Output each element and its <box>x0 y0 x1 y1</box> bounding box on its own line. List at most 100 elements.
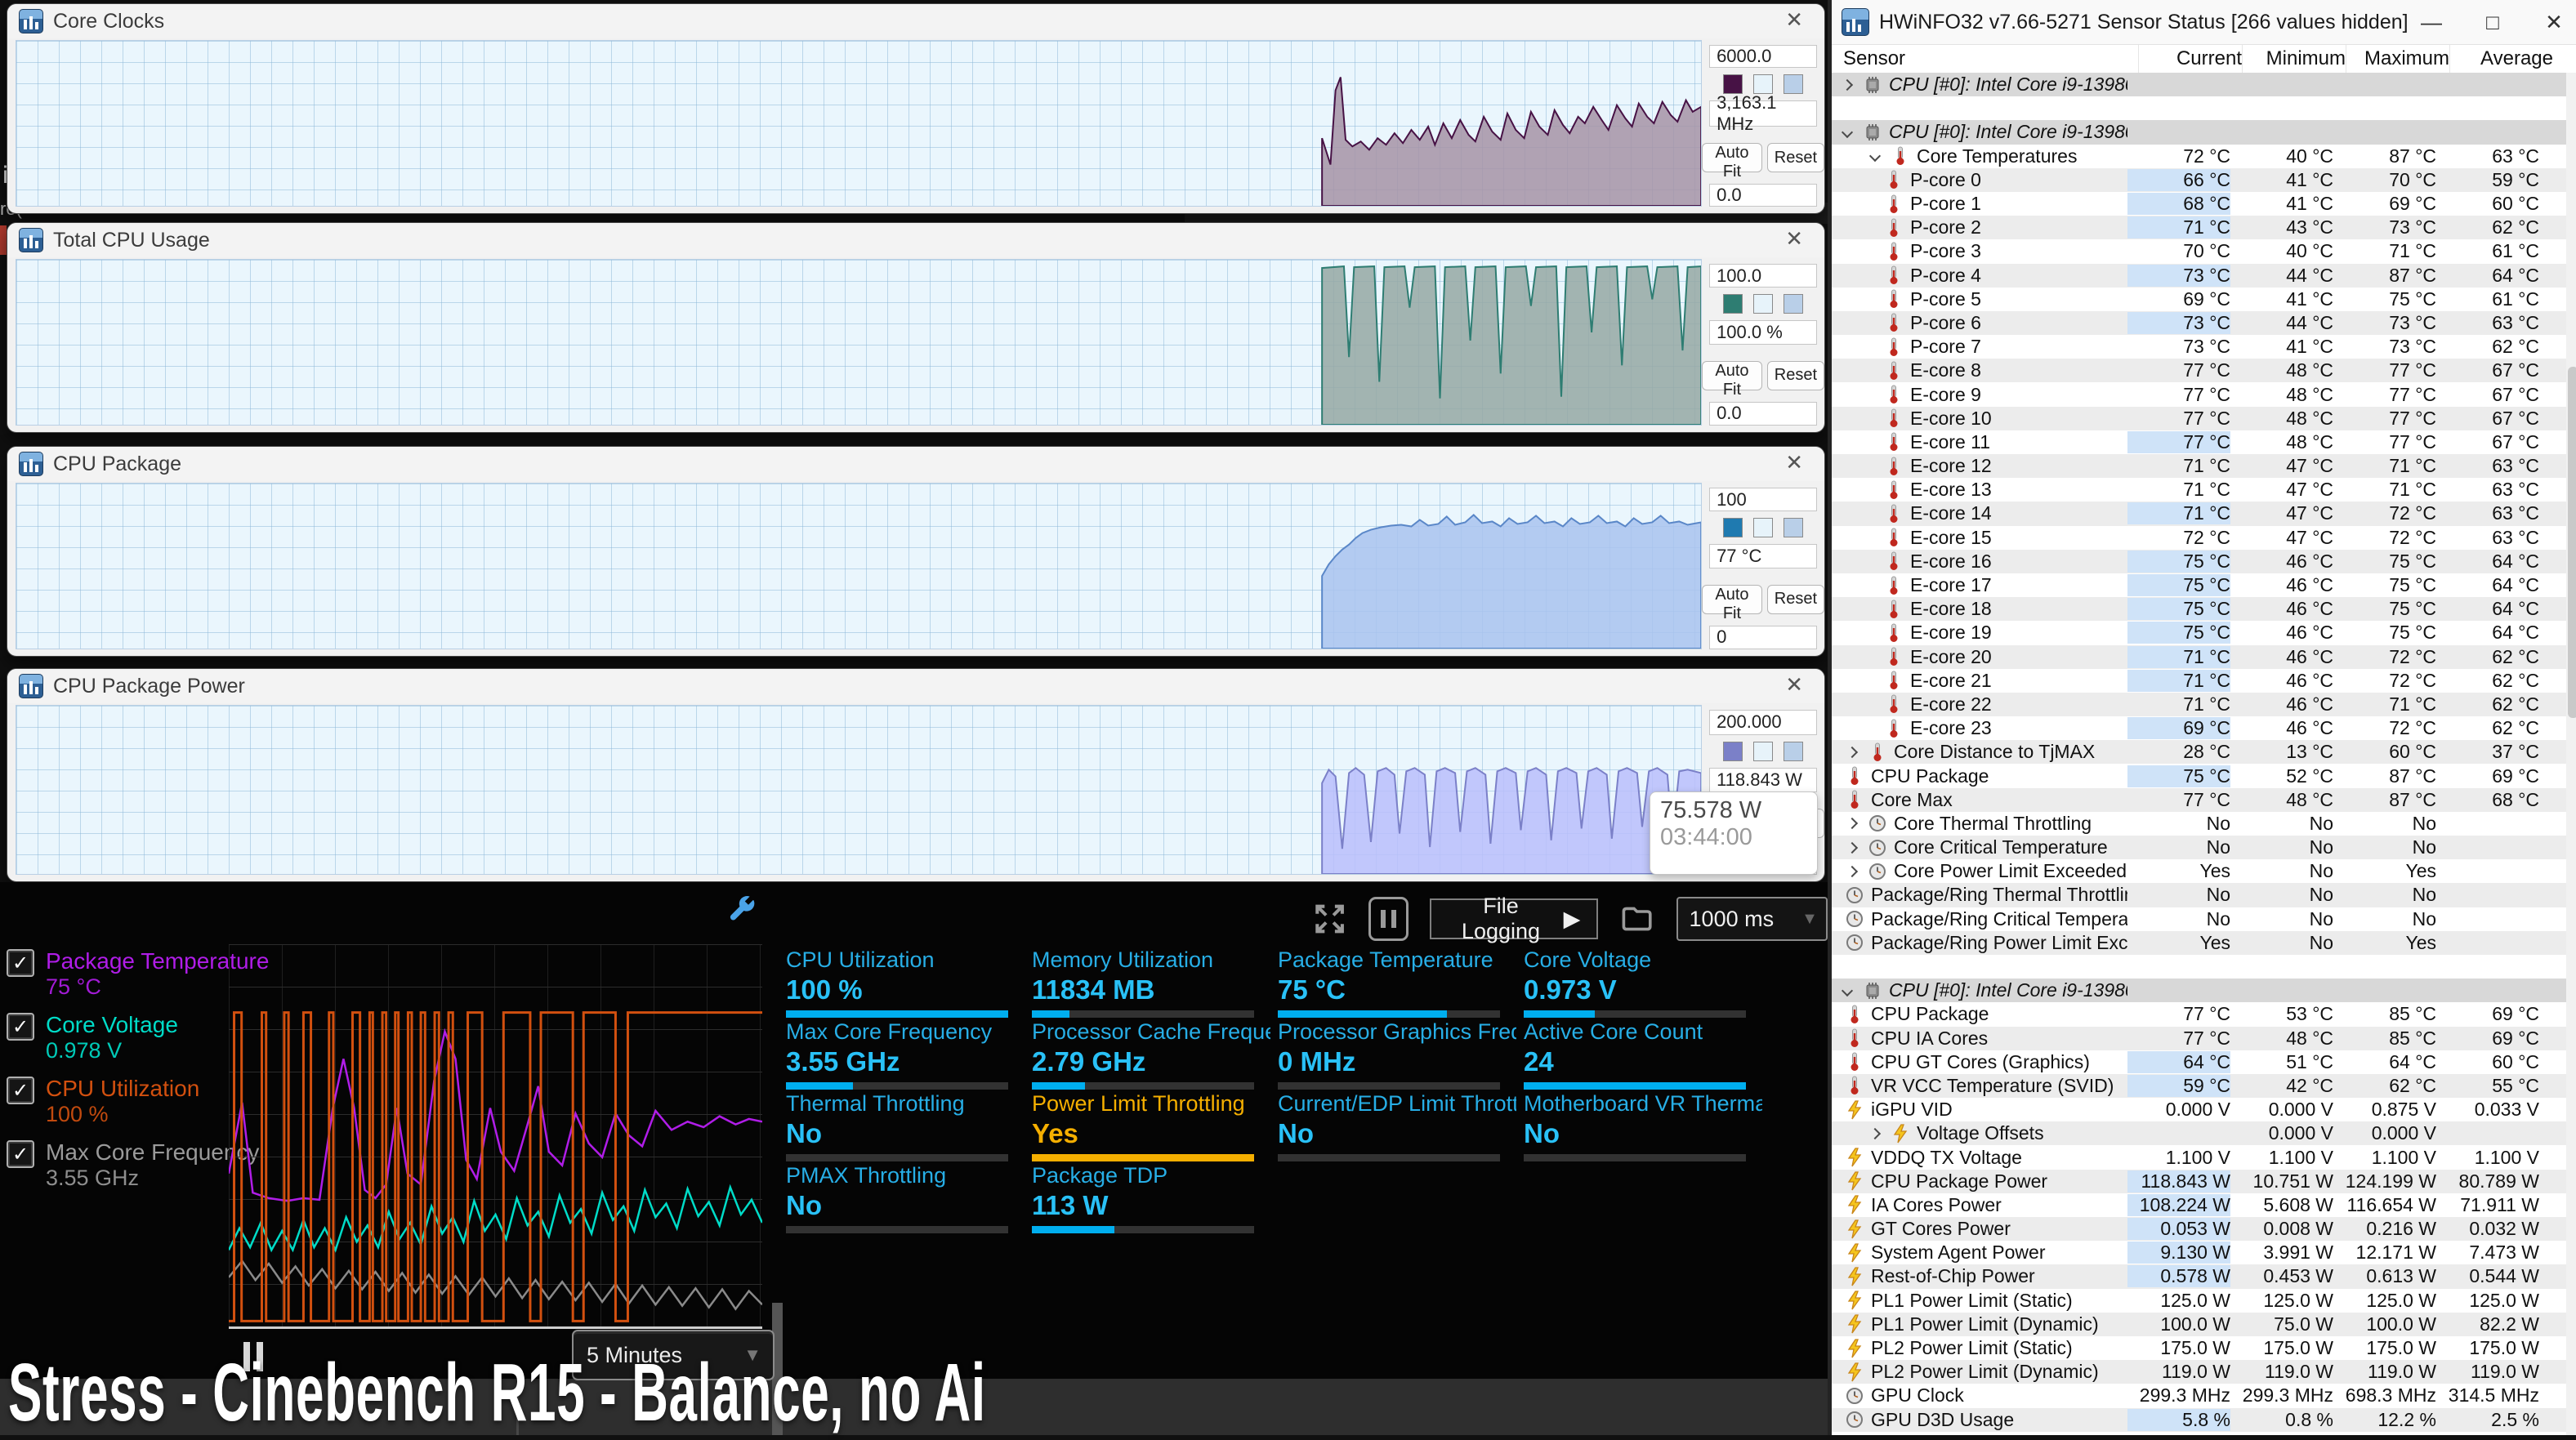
sensor-row[interactable]: E-core 15 72 °C 47 °C 72 °C 63 °C <box>1832 526 2566 550</box>
close-icon[interactable]: ✕ <box>1785 7 1803 33</box>
auto-fit-button[interactable]: Auto Fit <box>1702 585 1762 614</box>
sensor-row[interactable]: P-core 4 73 °C 44 °C 87 °C 64 °C <box>1832 264 2566 288</box>
reset-button[interactable]: Reset <box>1767 361 1824 390</box>
sensor-row[interactable]: E-core 13 71 °C 47 °C 71 °C 63 °C <box>1832 478 2566 502</box>
sensor-row[interactable]: CPU Package 75 °C 52 °C 87 °C 69 °C <box>1832 764 2566 787</box>
close-button[interactable]: ✕ <box>2528 0 2576 44</box>
temperature-graph-plot[interactable] <box>16 483 1702 649</box>
sensor-row[interactable]: P-core 7 73 °C 41 °C 73 °C 62 °C <box>1832 335 2566 359</box>
sensor-row[interactable]: iGPU VID 0.000 V 0.000 V 0.875 V 0.033 V <box>1832 1098 2566 1121</box>
column-sensor[interactable]: Sensor <box>1832 47 2138 70</box>
sensor-row[interactable]: CPU Package 77 °C 53 °C 85 °C 69 °C <box>1832 1002 2566 1026</box>
sensor-row[interactable]: E-core 22 71 °C 46 °C 71 °C 62 °C <box>1832 693 2566 716</box>
wrench-icon[interactable] <box>725 892 758 925</box>
close-icon[interactable]: ✕ <box>1785 672 1803 698</box>
sensor-table-header[interactable]: Sensor Current Minimum Maximum Average <box>1832 45 2576 74</box>
sensor-row[interactable]: P-core 1 68 °C 41 °C 69 °C 60 °C <box>1832 192 2566 216</box>
file-logging-button[interactable]: File Logging ▶ <box>1430 898 1598 939</box>
sensor-row[interactable]: E-core 9 77 °C 48 °C 77 °C 67 °C <box>1832 382 2566 406</box>
column-minimum[interactable]: Minimum <box>2242 45 2346 73</box>
sensor-row[interactable]: CPU [#0]: Intel Core i9-13980HX: DTS <box>1832 120 2566 144</box>
background-color-swatch[interactable] <box>1753 742 1773 761</box>
sensor-row[interactable]: P-core 5 69 °C 41 °C 75 °C 61 °C <box>1832 288 2566 311</box>
sensor-row[interactable]: E-core 18 75 °C 46 °C 75 °C 64 °C <box>1832 597 2566 621</box>
series-color-swatch[interactable] <box>1723 518 1743 537</box>
sensor-row[interactable]: Core Thermal Throttling No No No <box>1832 812 2566 836</box>
sensor-row[interactable]: E-core 12 71 °C 47 °C 71 °C 63 °C <box>1832 454 2566 478</box>
chevron-icon[interactable] <box>1845 863 1861 880</box>
sensor-row[interactable]: CPU GT Cores (Graphics) 64 °C 51 °C 64 °… <box>1832 1050 2566 1074</box>
column-maximum[interactable]: Maximum <box>2346 45 2449 73</box>
sensor-row[interactable]: GPU D3D Utilizations 0.0 % 0.0 % <box>1832 1432 2566 1435</box>
grid-color-swatch[interactable] <box>1784 294 1803 314</box>
sensor-row[interactable]: VDDQ TX Voltage 1.100 V 1.100 V 1.100 V … <box>1832 1145 2566 1169</box>
sensor-row[interactable]: Rest-of-Chip Power 0.578 W 0.453 W 0.613… <box>1832 1264 2566 1288</box>
expand-icon[interactable] <box>1312 899 1347 938</box>
sensor-row[interactable]: Voltage Offsets 0.000 V 0.000 V <box>1832 1121 2566 1145</box>
clock-graph-plot[interactable] <box>16 40 1702 207</box>
sensor-row[interactable]: GPU Clock 299.3 MHz 299.3 MHz 698.3 MHz … <box>1832 1384 2566 1407</box>
grid-color-swatch[interactable] <box>1784 518 1803 537</box>
scale-min-input[interactable]: 0.0 <box>1709 184 1817 207</box>
chevron-icon[interactable] <box>1840 983 1856 999</box>
history-graph[interactable] <box>229 944 762 1329</box>
sensor-row[interactable]: E-core 17 75 °C 46 °C 75 °C 64 °C <box>1832 573 2566 597</box>
series-color-swatch[interactable] <box>1723 294 1743 314</box>
reset-button[interactable]: Reset <box>1767 143 1824 172</box>
sensor-row[interactable]: GT Cores Power 0.053 W 0.008 W 0.216 W 0… <box>1832 1217 2566 1241</box>
chevron-icon[interactable] <box>1845 840 1861 856</box>
folder-icon[interactable] <box>1619 899 1654 938</box>
chevron-icon[interactable] <box>1845 744 1861 760</box>
sensor-row[interactable]: E-core 23 69 °C 46 °C 72 °C 62 °C <box>1832 716 2566 740</box>
sensor-row[interactable]: P-core 2 71 °C 43 °C 73 °C 62 °C <box>1832 216 2566 239</box>
sensor-row[interactable]: PL1 Power Limit (Dynamic) 100.0 W 75.0 W… <box>1832 1313 2566 1336</box>
sensor-row[interactable]: E-core 14 71 °C 47 °C 72 °C 63 °C <box>1832 502 2566 525</box>
sensor-row[interactable]: E-core 19 75 °C 46 °C 75 °C 64 °C <box>1832 621 2566 644</box>
sensor-row[interactable]: PL1 Power Limit (Static) 125.0 W 125.0 W… <box>1832 1289 2566 1313</box>
scale-max-input[interactable]: 200.000 <box>1709 710 1817 735</box>
sensor-row[interactable]: Core Max 77 °C 48 °C 87 °C 68 °C <box>1832 788 2566 812</box>
column-current[interactable]: Current <box>2138 45 2242 73</box>
usage-graph-plot[interactable] <box>16 259 1702 426</box>
sensor-row[interactable]: CPU Package Power 118.843 W 10.751 W 124… <box>1832 1170 2566 1193</box>
scrollbar-thumb[interactable] <box>2568 367 2576 718</box>
legend-checkbox[interactable]: ✓ <box>7 1140 34 1168</box>
scale-max-input[interactable]: 100 <box>1709 488 1817 511</box>
sensor-row[interactable]: System Agent Power 9.130 W 3.991 W 12.17… <box>1832 1241 2566 1264</box>
sensor-row[interactable]: E-core 21 71 °C 46 °C 72 °C 62 °C <box>1832 669 2566 693</box>
power-graph-plot[interactable] <box>16 705 1702 875</box>
sensor-row[interactable] <box>1832 955 2566 979</box>
series-color-swatch[interactable] <box>1723 742 1743 761</box>
legend-checkbox[interactable]: ✓ <box>7 949 34 977</box>
background-color-swatch[interactable] <box>1753 74 1773 94</box>
sensor-row[interactable]: E-core 11 77 °C 48 °C 77 °C 67 °C <box>1832 430 2566 454</box>
sensor-row[interactable]: Core Power Limit Exceeded Yes No Yes <box>1832 859 2566 883</box>
legend-checkbox[interactable]: ✓ <box>7 1077 34 1104</box>
sensor-row[interactable]: E-core 16 75 °C 46 °C 75 °C 64 °C <box>1832 550 2566 573</box>
polling-interval-dropdown[interactable]: 1000 ms ▼ <box>1676 897 1828 941</box>
sensor-row[interactable]: P-core 6 73 °C 44 °C 73 °C 63 °C <box>1832 311 2566 335</box>
sensor-row[interactable]: Core Temperatures 72 °C 40 °C 87 °C 63 °… <box>1832 145 2566 168</box>
sensor-row[interactable]: Package/Ring Critical Temperature No No … <box>1832 907 2566 931</box>
series-color-swatch[interactable] <box>1723 74 1743 94</box>
close-icon[interactable]: ✕ <box>1785 450 1803 475</box>
column-average[interactable]: Average <box>2449 45 2576 73</box>
close-icon[interactable]: ✕ <box>1785 226 1803 252</box>
chevron-icon[interactable] <box>1868 1126 1884 1142</box>
sensor-row[interactable]: P-core 3 70 °C 40 °C 71 °C 61 °C <box>1832 239 2566 263</box>
grid-color-swatch[interactable] <box>1784 74 1803 94</box>
sensor-row[interactable]: VR VCC Temperature (SVID) 59 °C 42 °C 62… <box>1832 1074 2566 1098</box>
auto-fit-button[interactable]: Auto Fit <box>1702 143 1762 172</box>
scale-min-input[interactable]: 0.0 <box>1709 402 1817 426</box>
chevron-icon[interactable] <box>1840 124 1856 140</box>
sensor-row[interactable]: E-core 8 77 °C 48 °C 77 °C 67 °C <box>1832 359 2566 382</box>
hwinfo-titlebar[interactable]: HWiNFO32 v7.66-5271 Sensor Status [266 v… <box>1832 0 2576 45</box>
sensor-row[interactable]: GPU D3D Usage 5.8 % 0.8 % 12.2 % 2.5 % <box>1832 1408 2566 1432</box>
sensor-row[interactable]: IA Cores Power 108.224 W 5.608 W 116.654… <box>1832 1193 2566 1217</box>
scale-min-input[interactable]: 0 <box>1709 626 1817 649</box>
chevron-icon[interactable] <box>1840 77 1856 93</box>
scale-max-input[interactable]: 6000.0 <box>1709 45 1817 68</box>
maximize-button[interactable]: □ <box>2467 0 2519 44</box>
sensor-row[interactable]: PL2 Power Limit (Static) 175.0 W 175.0 W… <box>1832 1336 2566 1360</box>
sensor-row[interactable]: Core Critical Temperature No No No <box>1832 836 2566 859</box>
